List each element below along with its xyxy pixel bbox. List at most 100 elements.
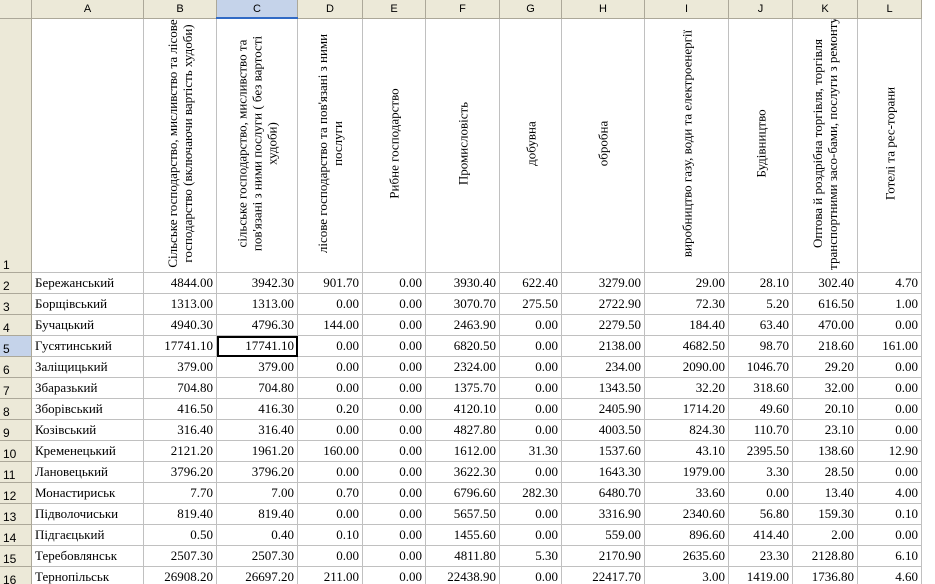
value-cell-L[interactable]: 0.00 (857, 398, 922, 420)
value-cell-F[interactable]: 1375.70 (425, 377, 500, 399)
column-header-B[interactable]: B (143, 0, 217, 19)
value-cell-L[interactable]: 4.00 (857, 482, 922, 504)
value-cell-D[interactable]: 0.00 (297, 335, 363, 357)
value-cell-J[interactable]: 110.70 (728, 419, 793, 441)
value-cell-I[interactable]: 33.60 (644, 482, 729, 504)
value-cell-C[interactable]: 17741.10 (216, 335, 298, 357)
district-name-cell[interactable]: Зборівський (31, 398, 144, 420)
value-cell-H[interactable]: 2170.90 (561, 545, 645, 567)
value-cell-C[interactable]: 3796.20 (216, 461, 298, 483)
value-cell-C[interactable]: 26697.20 (216, 566, 298, 584)
column-header-I[interactable]: I (644, 0, 729, 19)
value-cell-H[interactable]: 2138.00 (561, 335, 645, 357)
value-cell-J[interactable]: 3.30 (728, 461, 793, 483)
value-cell-G[interactable]: 0.00 (499, 356, 562, 378)
value-cell-K[interactable]: 23.10 (792, 419, 858, 441)
value-cell-B[interactable]: 4844.00 (143, 272, 217, 294)
value-cell-C[interactable]: 704.80 (216, 377, 298, 399)
row-header[interactable]: 10 (0, 440, 32, 462)
value-cell-I[interactable]: 4682.50 (644, 335, 729, 357)
column-header-A[interactable]: A (31, 0, 144, 19)
value-cell-D[interactable]: 144.00 (297, 314, 363, 336)
cell-E1[interactable]: Рибне господарство (362, 18, 426, 273)
value-cell-E[interactable]: 0.00 (362, 377, 426, 399)
district-name-cell[interactable]: Тернопільськ (31, 566, 144, 584)
value-cell-C[interactable]: 819.40 (216, 503, 298, 525)
value-cell-I[interactable]: 72.30 (644, 293, 729, 315)
value-cell-F[interactable]: 6820.50 (425, 335, 500, 357)
row-header[interactable]: 9 (0, 419, 32, 441)
value-cell-D[interactable]: 0.00 (297, 503, 363, 525)
value-cell-H[interactable]: 22417.70 (561, 566, 645, 584)
value-cell-B[interactable]: 819.40 (143, 503, 217, 525)
cell-L1[interactable]: Готелі та рес-торани (857, 18, 922, 273)
value-cell-C[interactable]: 416.30 (216, 398, 298, 420)
value-cell-H[interactable]: 6480.70 (561, 482, 645, 504)
cell-I1[interactable]: виробництво газу, води та електроенергії (644, 18, 729, 273)
value-cell-L[interactable]: 4.70 (857, 272, 922, 294)
value-cell-G[interactable]: 31.30 (499, 440, 562, 462)
value-cell-G[interactable]: 282.30 (499, 482, 562, 504)
value-cell-E[interactable]: 0.00 (362, 566, 426, 584)
value-cell-D[interactable]: 0.10 (297, 524, 363, 546)
value-cell-E[interactable]: 0.00 (362, 314, 426, 336)
column-header-G[interactable]: G (499, 0, 562, 19)
value-cell-J[interactable]: 414.40 (728, 524, 793, 546)
district-name-cell[interactable]: Гусятинський (31, 335, 144, 357)
value-cell-G[interactable]: 622.40 (499, 272, 562, 294)
row-header[interactable]: 8 (0, 398, 32, 420)
value-cell-H[interactable]: 2722.90 (561, 293, 645, 315)
value-cell-D[interactable]: 0.00 (297, 461, 363, 483)
district-name-cell[interactable]: Бережанський (31, 272, 144, 294)
value-cell-B[interactable]: 7.70 (143, 482, 217, 504)
value-cell-D[interactable]: 0.00 (297, 293, 363, 315)
value-cell-D[interactable]: 0.00 (297, 419, 363, 441)
row-header[interactable]: 11 (0, 461, 32, 483)
column-header-F[interactable]: F (425, 0, 500, 19)
value-cell-E[interactable]: 0.00 (362, 503, 426, 525)
value-cell-B[interactable]: 0.50 (143, 524, 217, 546)
value-cell-F[interactable]: 1612.00 (425, 440, 500, 462)
value-cell-F[interactable]: 2463.90 (425, 314, 500, 336)
value-cell-G[interactable]: 0.00 (499, 398, 562, 420)
row-header[interactable]: 1 (0, 18, 32, 273)
value-cell-G[interactable]: 0.00 (499, 461, 562, 483)
value-cell-L[interactable]: 161.00 (857, 335, 922, 357)
value-cell-H[interactable]: 4003.50 (561, 419, 645, 441)
row-header[interactable]: 12 (0, 482, 32, 504)
value-cell-I[interactable]: 32.20 (644, 377, 729, 399)
row-header[interactable]: 4 (0, 314, 32, 336)
value-cell-B[interactable]: 379.00 (143, 356, 217, 378)
value-cell-J[interactable]: 49.60 (728, 398, 793, 420)
row-header[interactable]: 15 (0, 545, 32, 567)
value-cell-C[interactable]: 0.40 (216, 524, 298, 546)
value-cell-K[interactable]: 138.60 (792, 440, 858, 462)
column-header-D[interactable]: D (297, 0, 363, 19)
row-header[interactable]: 13 (0, 503, 32, 525)
district-name-cell[interactable]: Збаразький (31, 377, 144, 399)
row-header[interactable]: 2 (0, 272, 32, 294)
value-cell-I[interactable]: 2090.00 (644, 356, 729, 378)
value-cell-G[interactable]: 0.00 (499, 503, 562, 525)
value-cell-J[interactable]: 56.80 (728, 503, 793, 525)
value-cell-K[interactable]: 1736.80 (792, 566, 858, 584)
value-cell-H[interactable]: 1643.30 (561, 461, 645, 483)
value-cell-J[interactable]: 63.40 (728, 314, 793, 336)
district-name-cell[interactable]: Заліщицький (31, 356, 144, 378)
value-cell-F[interactable]: 4827.80 (425, 419, 500, 441)
value-cell-D[interactable]: 0.00 (297, 356, 363, 378)
value-cell-C[interactable]: 7.00 (216, 482, 298, 504)
value-cell-B[interactable]: 3796.20 (143, 461, 217, 483)
value-cell-F[interactable]: 5657.50 (425, 503, 500, 525)
row-header[interactable]: 7 (0, 377, 32, 399)
value-cell-I[interactable]: 43.10 (644, 440, 729, 462)
value-cell-B[interactable]: 316.40 (143, 419, 217, 441)
row-header[interactable]: 6 (0, 356, 32, 378)
value-cell-H[interactable]: 2405.90 (561, 398, 645, 420)
value-cell-E[interactable]: 0.00 (362, 335, 426, 357)
value-cell-J[interactable]: 23.30 (728, 545, 793, 567)
value-cell-H[interactable]: 3279.00 (561, 272, 645, 294)
value-cell-I[interactable]: 824.30 (644, 419, 729, 441)
value-cell-D[interactable]: 211.00 (297, 566, 363, 584)
value-cell-K[interactable]: 20.10 (792, 398, 858, 420)
